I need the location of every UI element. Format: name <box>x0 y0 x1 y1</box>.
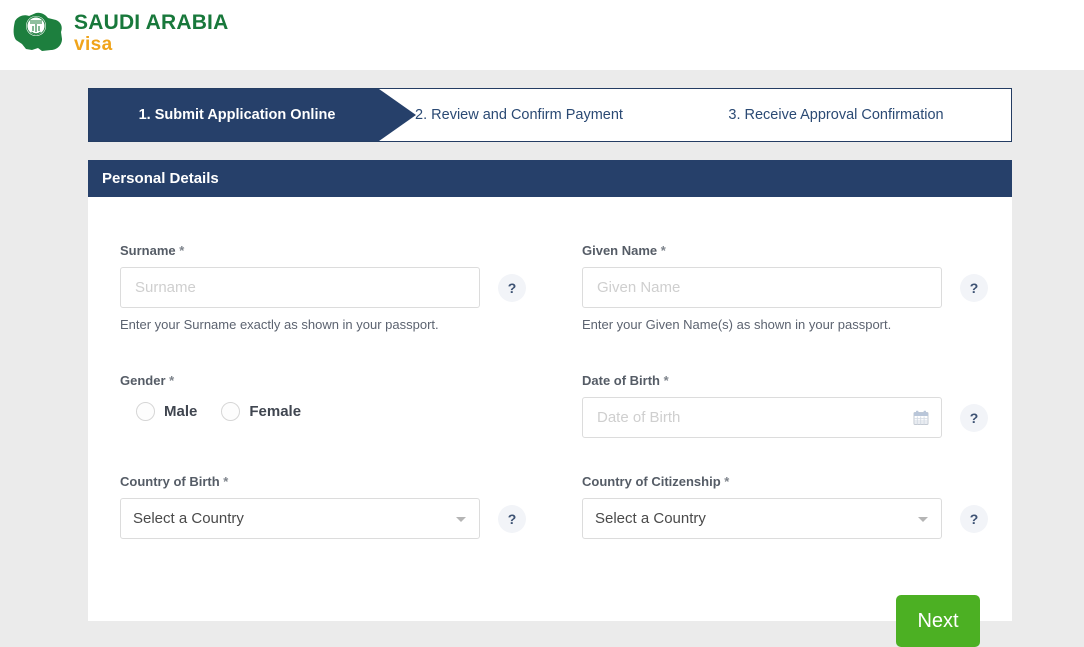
given-name-label: Given Name * <box>582 243 988 258</box>
country-of-birth-control-line: Select a Country ? <box>120 498 526 539</box>
wizard-step-1[interactable]: 1. Submit Application Online <box>89 89 416 141</box>
brand-logo[interactable]: SAUDI ARABIA visa <box>12 7 228 57</box>
dob-input[interactable] <box>595 397 929 438</box>
saudi-map-emblem-icon <box>12 7 66 57</box>
dob-input-box[interactable] <box>582 397 942 438</box>
dob-control-line: ? <box>582 397 988 438</box>
country-of-birth-select[interactable]: Select a Country <box>120 498 480 539</box>
country-of-citizenship-control-line: Select a Country ? <box>582 498 988 539</box>
country-of-birth-selected-value: Select a Country <box>133 510 244 527</box>
field-country-of-citizenship: Country of Citizenship * Select a Countr… <box>582 474 988 539</box>
surname-input[interactable] <box>133 267 467 308</box>
given-name-required-marker: * <box>660 243 666 258</box>
surname-input-box[interactable] <box>120 267 480 308</box>
given-name-control-line: ? <box>582 267 988 308</box>
dob-label-text: Date of Birth <box>582 373 660 388</box>
surname-help-icon[interactable]: ? <box>498 273 526 302</box>
surname-required-marker: * <box>179 243 185 258</box>
gender-radio-group: Male Female <box>120 397 325 425</box>
country-of-citizenship-label-text: Country of Citizenship <box>582 474 721 489</box>
given-name-input-box[interactable] <box>582 267 942 308</box>
next-button[interactable]: Next <box>896 595 980 647</box>
chevron-down-icon[interactable] <box>918 516 928 522</box>
surname-label-text: Surname <box>120 243 176 258</box>
dob-label: Date of Birth * <box>582 373 988 388</box>
country-of-citizenship-selected-value: Select a Country <box>595 510 706 527</box>
personal-details-form: Surname * ? Enter your Surname exactly a… <box>88 197 1012 647</box>
dob-help-icon[interactable]: ? <box>960 403 988 432</box>
brand-name: SAUDI ARABIA <box>74 11 229 34</box>
country-of-birth-required-marker: * <box>223 474 229 489</box>
country-of-citizenship-help-icon[interactable]: ? <box>960 504 988 533</box>
given-name-help-icon[interactable]: ? <box>960 273 988 302</box>
field-gender: Gender * Male Female <box>120 373 325 425</box>
surname-hint: Enter your Surname exactly as shown in y… <box>120 317 439 332</box>
gender-option-male[interactable]: Male <box>136 401 198 421</box>
gender-option-female[interactable]: Female <box>221 401 302 421</box>
field-date-of-birth: Date of Birth * Date of Birth ? <box>582 373 988 438</box>
given-name-label-text: Given Name <box>582 243 658 258</box>
gender-female-label: Female <box>249 402 302 420</box>
panel-title: Personal Details <box>102 170 219 187</box>
wizard-step-1-label: 1. Submit Application Online <box>138 107 336 123</box>
country-of-citizenship-label: Country of Citizenship * <box>582 474 988 489</box>
given-name-hint: Enter your Given Name(s) as shown in you… <box>582 317 892 332</box>
panel-header: Personal Details <box>88 160 1012 197</box>
site-header: SAUDI ARABIA visa <box>0 0 1084 70</box>
surname-label: Surname * <box>120 243 526 258</box>
wizard-step-3[interactable]: 3. Receive Approval Confirmation <box>659 89 1013 141</box>
field-given-name: Given Name * ? Enter your Given Name(s) … <box>582 243 988 332</box>
gender-label: Gender * <box>120 373 325 388</box>
radio-male-icon[interactable] <box>136 401 155 421</box>
dob-required-marker: * <box>663 373 669 388</box>
country-of-citizenship-select[interactable]: Select a Country <box>582 498 942 539</box>
radio-female-icon[interactable] <box>221 401 241 421</box>
given-name-input[interactable] <box>595 267 929 308</box>
wizard-step-2[interactable]: 2. Review and Confirm Payment <box>379 89 659 141</box>
country-of-birth-label-text: Country of Birth <box>120 474 220 489</box>
country-of-citizenship-required-marker: * <box>724 474 730 489</box>
personal-details-panel: Personal Details Surname * ? Enter your … <box>88 160 1012 647</box>
steps-list: 1. Submit Application Online 2. Review a… <box>89 89 1011 141</box>
field-country-of-birth: Country of Birth * Select a Country ? <box>120 474 526 539</box>
calendar-icon[interactable] <box>913 410 929 426</box>
brand-text: SAUDI ARABIA visa <box>74 10 228 54</box>
gender-required-marker: * <box>169 373 175 388</box>
gender-male-label: Male <box>164 402 198 420</box>
wizard-steps-bar: 1. Submit Application Online 2. Review a… <box>88 88 1012 142</box>
wizard-step-3-label: 3. Receive Approval Confirmation <box>728 107 944 123</box>
brand-subname: visa <box>74 34 113 55</box>
surname-control-line: ? <box>120 267 526 308</box>
country-of-birth-label: Country of Birth * <box>120 474 526 489</box>
chevron-down-icon[interactable] <box>456 516 466 522</box>
gender-label-text: Gender <box>120 373 166 388</box>
country-of-birth-help-icon[interactable]: ? <box>498 504 526 533</box>
field-surname: Surname * ? Enter your Surname exactly a… <box>120 243 526 332</box>
wizard-step-2-label: 2. Review and Confirm Payment <box>415 107 623 123</box>
